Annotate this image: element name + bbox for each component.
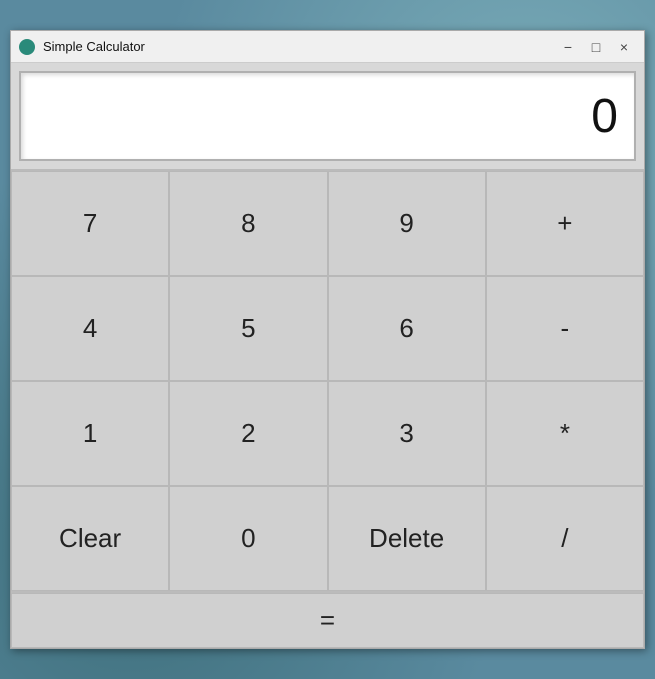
btn-clear[interactable]: Clear (11, 486, 169, 591)
btn-4[interactable]: 4 (11, 276, 169, 381)
btn-8[interactable]: 8 (169, 171, 327, 276)
display-area: 0 (11, 63, 644, 169)
btn-3[interactable]: 3 (328, 381, 486, 486)
close-button[interactable]: × (612, 37, 636, 57)
calculator-window: Simple Calculator − □ × 0 7 8 9 + 4 5 6 … (10, 30, 645, 649)
maximize-button[interactable]: □ (584, 37, 608, 57)
btn-1[interactable]: 1 (11, 381, 169, 486)
btn-2[interactable]: 2 (169, 381, 327, 486)
btn-divide[interactable]: / (486, 486, 644, 591)
btn-multiply[interactable]: * (486, 381, 644, 486)
app-icon (19, 39, 35, 55)
btn-7[interactable]: 7 (11, 171, 169, 276)
btn-minus[interactable]: - (486, 276, 644, 381)
btn-0[interactable]: 0 (169, 486, 327, 591)
display-value: 0 (591, 89, 618, 144)
buttons-grid: 7 8 9 + 4 5 6 - 1 2 3 * Clear 0 Delete / (11, 169, 644, 591)
btn-equals[interactable]: = (11, 593, 644, 648)
display-screen: 0 (19, 71, 636, 161)
btn-6[interactable]: 6 (328, 276, 486, 381)
minimize-button[interactable]: − (556, 37, 580, 57)
btn-plus[interactable]: + (486, 171, 644, 276)
btn-9[interactable]: 9 (328, 171, 486, 276)
equals-row: = (11, 591, 644, 648)
title-bar: Simple Calculator − □ × (11, 31, 644, 63)
btn-delete[interactable]: Delete (328, 486, 486, 591)
window-controls: − □ × (556, 37, 636, 57)
window-title: Simple Calculator (43, 39, 556, 54)
btn-5[interactable]: 5 (169, 276, 327, 381)
